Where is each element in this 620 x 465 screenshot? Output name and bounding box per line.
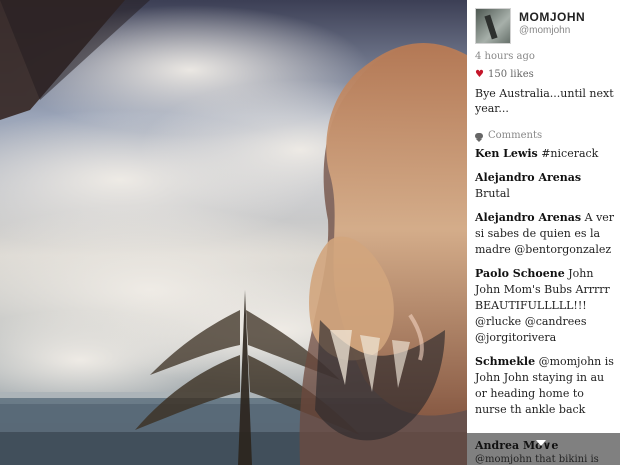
user-handle[interactable]: @momjohn <box>519 25 585 36</box>
comment-author[interactable]: Alejandro Arenas <box>475 211 581 224</box>
post-caption: Bye Australia...until next year... <box>475 87 614 115</box>
list-item: Alejandro Arenas Brutal <box>475 170 617 202</box>
post-sidebar: MOMJOHN @momjohn 4 hours ago ♥ 150 likes… <box>467 0 620 465</box>
list-item: Ken Lewis #nicerack <box>475 146 617 162</box>
likes[interactable]: ♥ 150 likes <box>475 69 534 80</box>
comments-label: Comments <box>488 130 543 141</box>
comment-bubble-icon <box>475 132 483 142</box>
more-comments-bar[interactable]: Andrea Mo∨e @momjohn that bikini is <box>467 433 620 465</box>
comments-list: Ken Lewis #nicerack Alejandro Arenas Bru… <box>475 146 617 426</box>
list-item: Paolo Schoene John John Mom's Bubs Arrrr… <box>475 266 617 346</box>
instagram-post-view: MOMJOHN @momjohn 4 hours ago ♥ 150 likes… <box>0 0 620 465</box>
comments-header: Comments <box>475 130 543 142</box>
comment-author[interactable]: Ken Lewis <box>475 147 538 160</box>
heart-icon[interactable]: ♥ <box>475 69 484 80</box>
list-item: Alejandro Arenas A ver si sabes de quien… <box>475 210 617 258</box>
post-photo[interactable] <box>0 0 467 465</box>
list-item: Schmekle @momjohn is John John staying i… <box>475 354 617 418</box>
profile-text: MOMJOHN @momjohn <box>519 8 585 36</box>
comment-author[interactable]: Alejandro Arenas <box>475 171 581 184</box>
profile-header[interactable]: MOMJOHN @momjohn <box>475 8 585 44</box>
photo-scene <box>0 0 467 465</box>
likes-count[interactable]: 150 likes <box>488 69 534 80</box>
comment-text: @momjohn that bikini is <box>475 454 599 465</box>
post-time: 4 hours ago <box>475 51 535 62</box>
username[interactable]: MOMJOHN <box>519 10 585 24</box>
avatar[interactable] <box>475 8 511 44</box>
comment-author[interactable]: Paolo Schoene <box>475 267 565 280</box>
comment-text: Brutal <box>475 187 510 200</box>
chevron-down-icon[interactable] <box>536 440 546 446</box>
comment-text: #nicerack <box>541 147 599 160</box>
comment-author[interactable]: Schmekle <box>475 355 535 368</box>
